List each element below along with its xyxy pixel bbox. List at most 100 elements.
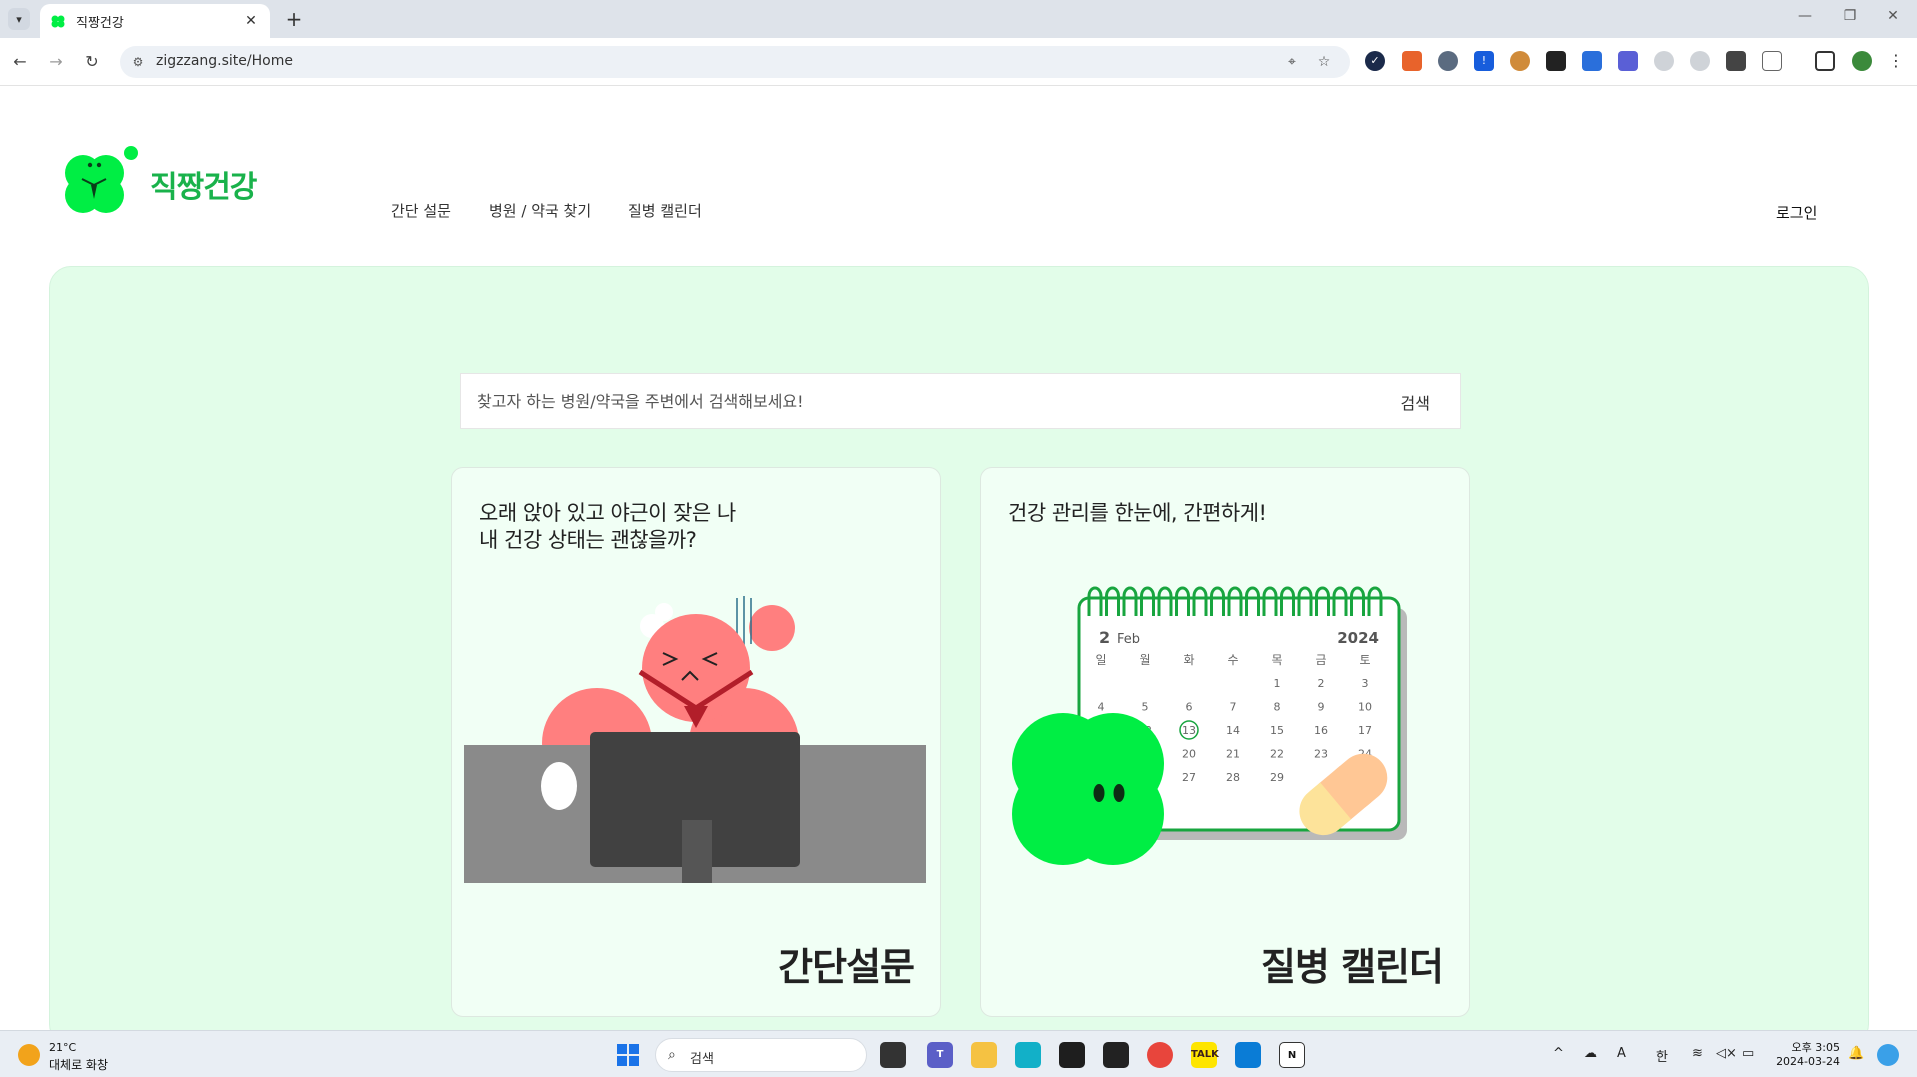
search-button[interactable]: 검색	[1401, 390, 1430, 414]
nav-disease-calendar[interactable]: 질병 캘린더	[628, 200, 702, 221]
site-info-icon[interactable]: ⚙	[130, 54, 146, 70]
side-panel-icon[interactable]	[1815, 51, 1835, 71]
address-bar[interactable]: ⚙ zigzzang.site/Home ⌖ ☆	[120, 46, 1350, 78]
calendar-day: 13	[1182, 724, 1196, 737]
font-indicator[interactable]: A	[1617, 1046, 1626, 1061]
kakaotalk-icon[interactable]: TALK	[1191, 1042, 1219, 1068]
survey-card[interactable]: 오래 앉아 있고 야근이 잦은 나 내 건강 상태는 괜찮을까? 간단설문	[451, 467, 941, 1017]
taskbar-search-icon: ⌕	[668, 1047, 676, 1063]
bookmark-star-icon[interactable]: ☆	[1314, 52, 1334, 72]
back-icon[interactable]: ←	[8, 50, 32, 74]
clock-time[interactable]: 오후 3:05	[1784, 1039, 1840, 1055]
clock-date[interactable]: 2024-03-24	[1772, 1055, 1840, 1068]
weather-sun-icon[interactable]	[18, 1044, 40, 1066]
restore-button[interactable]: ❐	[1835, 8, 1865, 24]
calendar-day: 17	[1358, 724, 1372, 737]
extension-compass-icon[interactable]	[1690, 51, 1710, 71]
calendar-day: 14	[1226, 724, 1240, 737]
calendar-illustration: 2 Feb 2024 일월화수목금토 123456789101213141516…	[1012, 586, 1407, 865]
chrome-icon[interactable]	[1147, 1042, 1173, 1068]
tray-overflow-icon[interactable]: ^	[1553, 1046, 1564, 1061]
notification-bell-icon[interactable]: 🔔	[1848, 1046, 1864, 1061]
wifi-icon[interactable]: ≋	[1692, 1046, 1703, 1061]
close-window-button[interactable]: ✕	[1878, 8, 1908, 24]
calendar-weekday-label: 월	[1139, 653, 1150, 667]
calendar-weekday-label: 일	[1095, 653, 1106, 667]
calendar-day: 5	[1142, 701, 1149, 714]
extension-pen-icon[interactable]	[1582, 51, 1602, 71]
profile-avatar[interactable]	[1852, 51, 1872, 71]
calendar-card-title: 질병 캘린더	[1260, 945, 1444, 989]
logo-text: 직짱건강	[150, 170, 257, 205]
forward-icon[interactable]: →	[44, 50, 68, 74]
nav-survey[interactable]: 간단 설문	[391, 200, 451, 221]
search-input[interactable]	[477, 374, 1337, 428]
extension-clock-icon[interactable]	[1654, 51, 1674, 71]
calendar-day: 6	[1186, 701, 1193, 714]
clover-logo-icon	[65, 146, 138, 213]
calendar-day: 9	[1318, 701, 1325, 714]
tab-close-icon[interactable]: ✕	[242, 13, 260, 29]
windows-taskbar: 21°C 대체로 화창 ⌕ 검색 T TALK N ^ ☁ A 한 ≋ ◁× ▭…	[0, 1030, 1917, 1077]
calendar-day: 4	[1098, 701, 1105, 714]
figma-icon[interactable]	[1059, 1042, 1085, 1068]
calendar-day: 3	[1362, 677, 1369, 690]
location-pin-icon[interactable]: ⌖	[1282, 52, 1302, 72]
calendar-weekday-label: 금	[1315, 653, 1326, 667]
search-bar: 검색	[460, 373, 1461, 429]
minimize-button[interactable]: —	[1790, 8, 1820, 24]
survey-desc-line1: 오래 앉아 있고 야근이 잦은 나	[479, 501, 736, 525]
reload-icon[interactable]: ↻	[80, 50, 104, 74]
extensions-puzzle-icon[interactable]	[1762, 51, 1782, 71]
calendar-day: 1	[1274, 677, 1281, 690]
address-url[interactable]: zigzzang.site/Home	[156, 53, 293, 69]
sticky-notes-icon[interactable]	[1103, 1042, 1129, 1068]
calendar-weekday-label: 목	[1271, 653, 1282, 667]
calendar-weekday-label: 수	[1227, 653, 1238, 667]
battery-icon[interactable]: ▭	[1742, 1046, 1754, 1061]
site-favicon-icon	[51, 15, 65, 28]
tab-search-menu-button[interactable]: ▾	[8, 8, 30, 30]
file-explorer-icon[interactable]	[971, 1042, 997, 1068]
extension-cookie-icon[interactable]	[1510, 51, 1530, 71]
browser-menu-icon[interactable]: ⋮	[1886, 51, 1906, 71]
calendar-day: 2	[1318, 677, 1325, 690]
task-view-icon[interactable]	[880, 1042, 906, 1068]
extension-check-icon[interactable]: ✓	[1365, 51, 1385, 71]
extension-shield-icon[interactable]: !	[1474, 51, 1494, 71]
browser-tabbar: ▾ 직짱건강 ✕ + — ❐ ✕	[0, 0, 1917, 38]
browser-tab-active[interactable]: 직짱건강 ✕	[40, 4, 270, 38]
tab-title: 직짱건강	[76, 15, 124, 31]
extension-grid-icon[interactable]	[1726, 51, 1746, 71]
login-link[interactable]: 로그인	[1776, 202, 1817, 223]
onedrive-cloud-icon[interactable]: ☁	[1584, 1046, 1597, 1061]
calendar-day: 21	[1226, 748, 1240, 761]
volume-muted-icon[interactable]: ◁×	[1716, 1046, 1737, 1061]
extension-avatar-icon[interactable]	[1438, 51, 1458, 71]
survey-card-description: 오래 앉아 있고 야근이 잦은 나 내 건강 상태는 괜찮을까?	[479, 500, 736, 554]
calendar-day: 16	[1314, 724, 1328, 737]
site-logo[interactable]: 직짱건강	[58, 143, 257, 225]
calendar-day: 15	[1270, 724, 1284, 737]
teams-icon[interactable]: T	[927, 1042, 953, 1068]
nav-hospital-pharmacy[interactable]: 병원 / 약국 찾기	[489, 200, 591, 221]
calendar-card-description: 건강 관리를 한눈에, 간편하게!	[1008, 501, 1267, 525]
weather-description[interactable]: 대체로 화창	[49, 1056, 108, 1073]
copilot-icon[interactable]	[1877, 1044, 1899, 1066]
new-tab-button[interactable]: +	[282, 7, 306, 31]
extension-off-icon[interactable]	[1402, 51, 1422, 71]
notion-icon[interactable]: N	[1279, 1042, 1305, 1068]
taskbar-search[interactable]: ⌕ 검색	[655, 1038, 867, 1072]
taskbar-search-label: 검색	[690, 1052, 714, 1067]
extension-eyedropper-icon[interactable]	[1546, 51, 1566, 71]
calendar-year: 2024	[1337, 629, 1379, 647]
survey-card-title: 간단설문	[778, 945, 915, 989]
weather-temperature[interactable]: 21°C	[49, 1041, 76, 1054]
notepad-app-icon[interactable]	[1015, 1042, 1041, 1068]
calendar-card[interactable]: 2 Feb 2024 일월화수목금토 123456789101213141516…	[980, 467, 1470, 1017]
extension-crop-icon[interactable]	[1618, 51, 1638, 71]
ime-indicator[interactable]: 한	[1656, 1046, 1668, 1065]
calendar-weekday-label: 토	[1359, 653, 1370, 667]
windows-start-icon[interactable]	[617, 1044, 639, 1066]
vscode-icon[interactable]	[1235, 1042, 1261, 1068]
